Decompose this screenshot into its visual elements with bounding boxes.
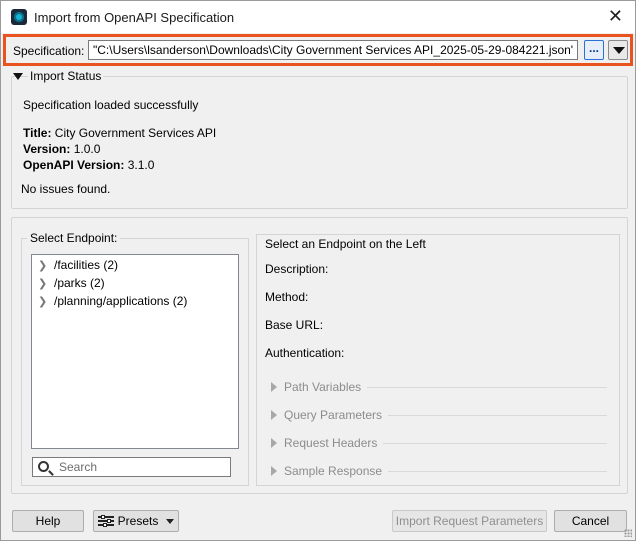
presets-button-label: Presets — [117, 514, 159, 528]
section-divider — [388, 414, 607, 416]
section-path-variables[interactable]: Path Variables — [271, 380, 607, 394]
title-row: Title: City Government Services API — [23, 126, 216, 140]
section-label: Path Variables — [284, 380, 362, 394]
title-value: City Government Services API — [54, 126, 217, 140]
section-label: Sample Response — [284, 464, 383, 478]
chevron-right-icon[interactable]: ❯ — [38, 259, 54, 272]
tree-item-label: /planning/applications (2) — [54, 294, 188, 308]
authentication-label: Authentication: — [265, 346, 345, 360]
endpoint-search[interactable] — [32, 457, 231, 477]
status-message: Specification loaded successfully — [23, 98, 199, 112]
expand-triangle-icon — [271, 410, 277, 420]
tree-item-facilities[interactable]: ❯ /facilities (2) — [38, 258, 118, 272]
openapi-version-row: OpenAPI Version: 3.1.0 — [23, 158, 154, 172]
issues-text: No issues found. — [21, 182, 111, 196]
version-row: Version: 1.0.0 — [23, 142, 100, 156]
description-label: Description: — [265, 262, 329, 276]
section-divider — [388, 470, 607, 472]
section-label: Query Parameters — [284, 408, 383, 422]
chevron-down-icon — [166, 518, 175, 524]
window-title: Import from OpenAPI Specification — [34, 10, 235, 25]
app-icon — [11, 9, 27, 25]
specification-row: Specification: ... — [3, 34, 633, 66]
tree-item-planning-applications[interactable]: ❯ /planning/applications (2) — [38, 294, 187, 308]
import-request-parameters-button[interactable]: Import Request Parameters — [392, 510, 547, 532]
dropdown-icon[interactable] — [608, 40, 628, 60]
section-divider — [367, 386, 607, 388]
openapi-version-label: OpenAPI Version: — [23, 158, 125, 172]
cancel-button[interactable]: Cancel — [554, 510, 627, 532]
method-label: Method: — [265, 290, 309, 304]
title-label: Title: — [23, 126, 52, 140]
section-request-headers[interactable]: Request Headers — [271, 436, 607, 450]
tree-item-label: /parks (2) — [54, 276, 105, 290]
details-title: Select an Endpoint on the Left — [265, 237, 426, 251]
presets-button[interactable]: Presets — [93, 510, 179, 532]
resize-grip[interactable] — [624, 529, 632, 537]
section-divider — [383, 442, 607, 444]
specification-input[interactable] — [88, 40, 578, 60]
base-url-label: Base URL: — [265, 318, 324, 332]
chevron-right-icon[interactable]: ❯ — [38, 295, 54, 308]
import-openapi-dialog: Import from OpenAPI Specification ✕ Spec… — [0, 0, 636, 541]
select-endpoint-label: Select Endpoint: — [27, 231, 121, 245]
help-button[interactable]: Help — [12, 510, 84, 532]
version-label: Version: — [23, 142, 71, 156]
import-status-header[interactable]: Import Status — [13, 69, 104, 83]
expand-triangle-icon — [271, 466, 277, 476]
tree-item-label: /facilities (2) — [54, 258, 119, 272]
version-value: 1.0.0 — [73, 142, 101, 156]
presets-icon — [97, 515, 114, 527]
help-button-label: Help — [35, 514, 61, 528]
cancel-button-label: Cancel — [571, 514, 610, 528]
chevron-right-icon[interactable]: ❯ — [38, 277, 54, 290]
endpoint-tree[interactable]: ❯ /facilities (2) ❯ /parks (2) ❯ /planni… — [31, 254, 239, 449]
section-sample-response[interactable]: Sample Response — [271, 464, 607, 478]
openapi-version-value: 3.1.0 — [127, 158, 155, 172]
close-icon[interactable]: ✕ — [608, 7, 623, 25]
search-icon — [38, 461, 49, 472]
browse-icon[interactable]: ... — [584, 40, 604, 60]
tree-item-parks[interactable]: ❯ /parks (2) — [38, 276, 105, 290]
title-bar: Import from OpenAPI Specification ✕ — [1, 1, 635, 33]
expand-triangle-icon — [271, 382, 277, 392]
section-label: Request Headers — [284, 436, 378, 450]
section-query-parameters[interactable]: Query Parameters — [271, 408, 607, 422]
import-status-label: Import Status — [28, 69, 104, 83]
expand-triangle-icon — [271, 438, 277, 448]
import-button-label: Import Request Parameters — [395, 514, 544, 528]
search-input[interactable] — [57, 459, 227, 475]
collapse-triangle-icon — [13, 72, 23, 80]
specification-label: Specification: — [13, 44, 85, 58]
